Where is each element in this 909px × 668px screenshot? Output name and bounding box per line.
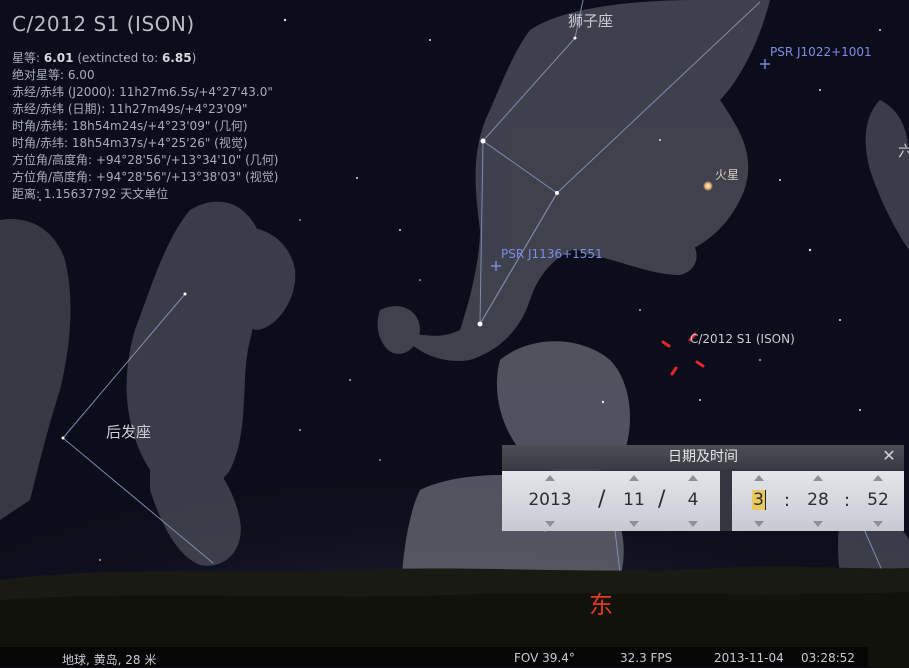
second-value[interactable]: 52 — [862, 490, 894, 510]
minute-spinner[interactable]: 28 — [802, 471, 834, 531]
hour-spinner[interactable]: 3 — [744, 471, 774, 531]
month-up-icon[interactable] — [629, 475, 639, 481]
object-title: C/2012 S1 (ISON) — [12, 12, 195, 36]
second-down-icon[interactable] — [873, 521, 883, 527]
day-spinner[interactable]: 4 — [678, 471, 708, 531]
day-value[interactable]: 4 — [678, 490, 708, 510]
date-panel: 2013 / 11 / 4 — [502, 471, 720, 531]
day-up-icon[interactable] — [688, 475, 698, 481]
month-value[interactable]: 11 — [616, 490, 652, 510]
datetime-dialog-titlebar[interactable]: 日期及时间 — [502, 445, 904, 469]
time-separator: : — [784, 490, 791, 511]
year-value[interactable]: 2013 — [522, 490, 578, 510]
info-line: 方位角/高度角: +94°28'56"/+13°34'10" (几何) — [12, 153, 279, 167]
comet-label[interactable]: C/2012 S1 (ISON) — [690, 332, 795, 346]
datetime-dialog: 日期及时间 ✕ 2013 / 11 / 4 3 : 28: 52 — [502, 445, 904, 531]
year-down-icon[interactable] — [545, 521, 555, 527]
planet-label-mars[interactable]: 火星 — [715, 166, 739, 183]
status-bar: 地球, 黄岛, 28 米 FOV 39.4° 32.3 FPS 2013-11-… — [0, 647, 868, 667]
pulsar-label-2[interactable]: PSR J1136+1551 — [501, 247, 603, 261]
info-line: 距离: 1.15637792 天文单位 — [12, 187, 169, 201]
second-up-icon[interactable] — [873, 475, 883, 481]
minute-up-icon[interactable] — [813, 475, 823, 481]
status-fps: 32.3 FPS — [620, 651, 673, 665]
hour-value[interactable]: 3 — [744, 490, 774, 510]
magnitude-line: 星等: 6.01 (extincted to: 6.85) — [12, 51, 197, 65]
object-info-panel: 星等: 6.01 (extincted to: 6.85) 绝对星等: 6.00… — [12, 50, 279, 203]
time-separator: : — [844, 490, 851, 511]
month-spinner[interactable]: 11 — [616, 471, 652, 531]
constellation-label-edge[interactable]: 六 — [898, 140, 909, 161]
datetime-dialog-title: 日期及时间 — [668, 449, 738, 465]
info-line: 赤经/赤纬 (J2000): 11h27m6.5s/+4°27'43.0" — [12, 85, 273, 99]
minute-down-icon[interactable] — [813, 521, 823, 527]
hour-down-icon[interactable] — [754, 521, 764, 527]
time-panel: 3 : 28 : 52 — [732, 471, 904, 531]
status-time[interactable]: 03:28:52 — [801, 651, 855, 665]
status-date[interactable]: 2013-11-04 — [714, 651, 784, 665]
year-spinner[interactable]: 2013 — [522, 471, 578, 531]
year-up-icon[interactable] — [545, 475, 555, 481]
status-location[interactable]: 地球, 黄岛, 28 米 — [62, 651, 156, 668]
hour-up-icon[interactable] — [754, 475, 764, 481]
info-line: 赤经/赤纬 (日期): 11h27m49s/+4°23'09" — [12, 102, 248, 116]
day-down-icon[interactable] — [688, 521, 698, 527]
info-line: 方位角/高度角: +94°28'56"/+13°38'03" (视觉) — [12, 170, 279, 184]
info-line: 时角/赤纬: 18h54m24s/+4°23'09" (几何) — [12, 119, 248, 133]
constellation-label-leo[interactable]: 狮子座 — [568, 10, 613, 31]
mars-marker — [703, 181, 713, 191]
cardinal-east-label: 东 — [589, 591, 613, 619]
second-spinner[interactable]: 52 — [862, 471, 894, 531]
hour-value-selected[interactable]: 3 — [752, 490, 766, 510]
status-fov: FOV 39.4° — [514, 651, 575, 665]
info-line: 绝对星等: 6.00 — [12, 68, 95, 82]
close-icon[interactable]: ✕ — [880, 447, 898, 465]
date-separator: / — [658, 487, 666, 512]
pulsar-label-1[interactable]: PSR J1022+1001 — [770, 45, 872, 59]
minute-value[interactable]: 28 — [802, 490, 834, 510]
date-separator: / — [598, 487, 606, 512]
info-line: 时角/赤纬: 18h54m37s/+4°25'26" (视觉) — [12, 136, 248, 150]
month-down-icon[interactable] — [629, 521, 639, 527]
constellation-label-coma[interactable]: 后发座 — [106, 421, 151, 442]
